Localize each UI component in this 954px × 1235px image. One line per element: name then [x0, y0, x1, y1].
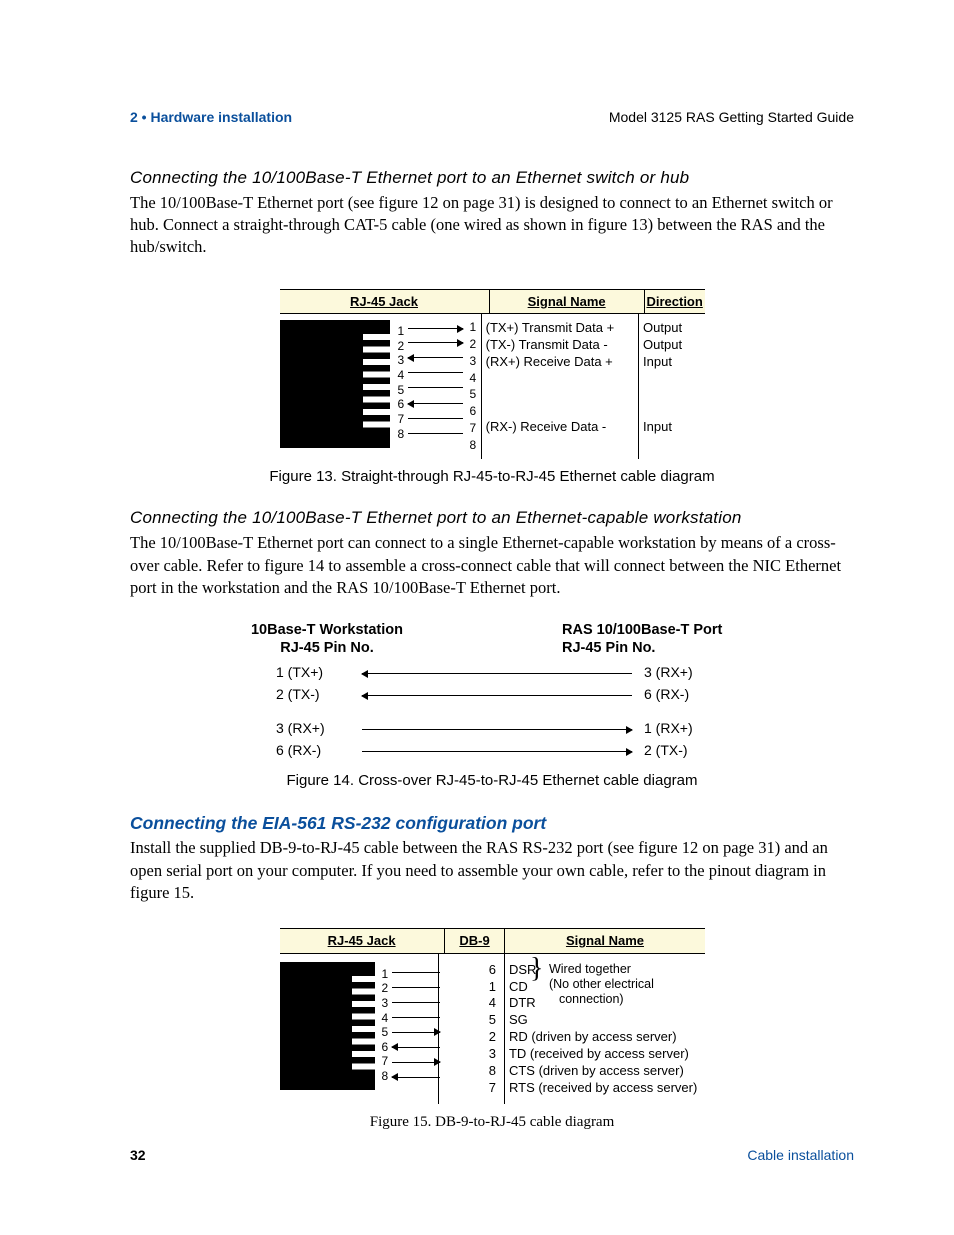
wire-icon: [408, 433, 463, 434]
page-header: 2 • Hardware installation Model 3125 RAS…: [130, 108, 854, 127]
wire-icon: [392, 987, 440, 988]
figure-14-caption: Figure 14. Cross-over RJ-45-to-RJ-45 Eth…: [130, 771, 854, 791]
footer-section: Cable installation: [747, 1146, 854, 1165]
wire-icon: [392, 1077, 440, 1078]
wire-icon: [362, 751, 632, 752]
fig15-db9-column: 6 1 4 5 2 3 8 7: [439, 954, 505, 1104]
fig15-head-db9: DB-9: [459, 932, 489, 950]
wire-icon: [392, 972, 440, 973]
wire-icon: [408, 403, 463, 404]
fig13-pins-left: 1 2 3 4 5 6 7 8: [398, 324, 405, 441]
wire-icon: [392, 1002, 440, 1003]
wire-icon: [408, 328, 463, 329]
wire-icon: [392, 1047, 440, 1048]
fig14-row: 1 (TX+) 3 (RX+): [232, 663, 752, 685]
figure-15-caption: Figure 15. DB-9-to-RJ-45 cable diagram: [130, 1112, 854, 1132]
wire-icon: [392, 1017, 440, 1018]
subheading-switch-hub: Connecting the 10/100Base-T Ethernet por…: [130, 167, 854, 190]
wire-icon: [408, 357, 463, 358]
rj45-jack-icon: [280, 320, 390, 448]
fig13-head-direction: Direction: [646, 293, 702, 311]
fig15-head-jack: RJ-45 Jack: [328, 932, 396, 950]
fig13-head-signal: Signal Name: [528, 293, 606, 311]
figure-13: RJ-45 Jack Signal Name Direction 1 2 3 4…: [280, 289, 705, 460]
fig14-left-heading: 10Base-T Workstation RJ-45 Pin No.: [232, 621, 422, 657]
fig13-direction-column: Output Output Input Input: [639, 314, 704, 459]
fig13-signal-column: (TX+) Transmit Data + (TX-) Transmit Dat…: [482, 314, 639, 459]
figure-13-caption: Figure 13. Straight-through RJ-45-to-RJ-…: [130, 467, 854, 487]
header-section: 2 • Hardware installation: [130, 108, 292, 127]
fig15-pins-left: 1 2 3 4 5 6 7 8: [382, 967, 389, 1084]
body-workstation: The 10/100Base-T Ethernet port can conne…: [130, 532, 854, 599]
brace-icon: }: [530, 961, 543, 978]
wire-icon: [408, 387, 463, 388]
fig14-right-heading: RAS 10/100Base-T Port RJ-45 Pin No.: [562, 621, 752, 657]
wire-icon: [362, 695, 632, 696]
wire-icon: [362, 673, 632, 674]
fig15-signal-column: DSR CD DTR SG RD (driven by access serve…: [505, 954, 705, 1104]
wire-icon: [362, 729, 632, 730]
section-heading-rs232: Connecting the EIA-561 RS-232 configurat…: [130, 812, 854, 836]
page-number: 32: [130, 1146, 146, 1165]
wire-icon: [408, 342, 463, 343]
subheading-workstation: Connecting the 10/100Base-T Ethernet por…: [130, 507, 854, 530]
figure-14: 10Base-T Workstation RJ-45 Pin No. RAS 1…: [232, 621, 752, 763]
body-rs232: Install the supplied DB-9-to-RJ-45 cable…: [130, 837, 854, 904]
header-guide-title: Model 3125 RAS Getting Started Guide: [609, 108, 854, 127]
wire-icon: [408, 418, 463, 419]
figure-15: RJ-45 Jack DB-9 Signal Name 1 2 3 4 5 6 …: [280, 928, 705, 1104]
fig13-pins-right: 1 2 3 4 5 6 7 8: [470, 319, 477, 453]
wire-icon: [392, 1062, 440, 1063]
wire-icon: [392, 1032, 440, 1033]
fig15-brace-note: Wired together (No other electrical conn…: [549, 962, 654, 1007]
fig13-head-jack: RJ-45 Jack: [350, 293, 418, 311]
fig14-row: 6 (RX-) 2 (TX-): [232, 741, 752, 763]
fig15-head-signal: Signal Name: [566, 932, 644, 950]
page-footer: 32 Cable installation: [130, 1146, 854, 1165]
fig14-row: 3 (RX+) 1 (RX+): [232, 719, 752, 741]
fig14-row: 2 (TX-) 6 (RX-): [232, 685, 752, 707]
body-switch-hub: The 10/100Base-T Ethernet port (see figu…: [130, 192, 854, 259]
rj45-jack-icon: [280, 962, 375, 1090]
wire-icon: [408, 372, 463, 373]
